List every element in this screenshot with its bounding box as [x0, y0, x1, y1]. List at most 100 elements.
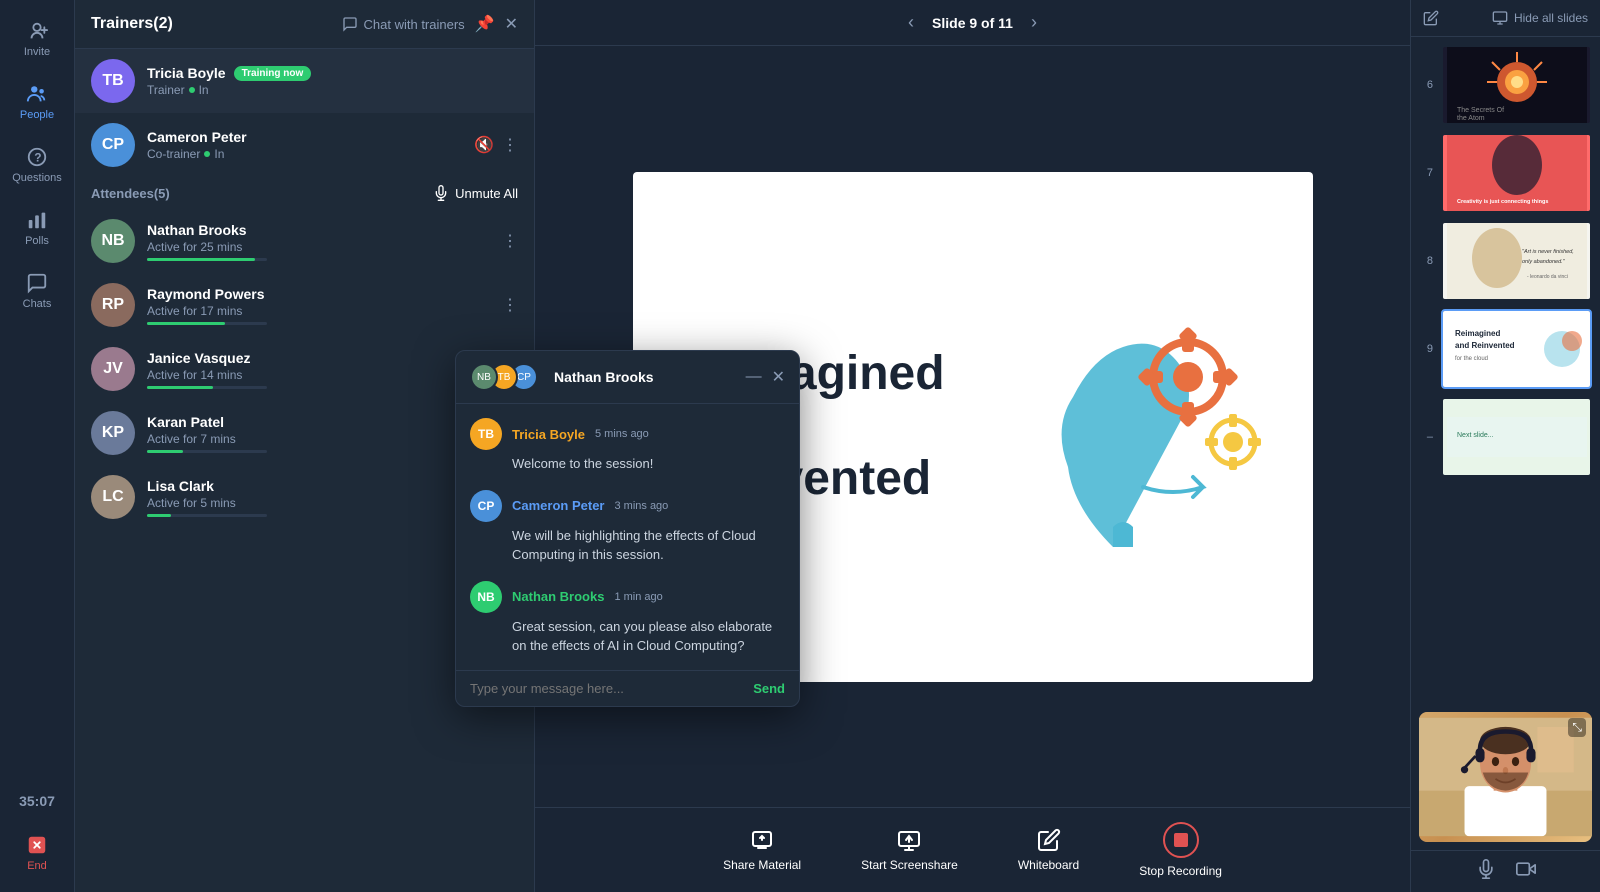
start-screenshare-button[interactable]: Start Screenshare [861, 828, 958, 872]
raymond-name: Raymond Powers [147, 286, 490, 302]
chat-avatars-stack: NB TB CP [470, 363, 530, 391]
slide-thumb-6[interactable]: The Secrets Of the Atom [1441, 45, 1592, 125]
slide-8-preview: "Art is never finished, only abandoned."… [1443, 223, 1590, 299]
end-button[interactable]: End [16, 824, 58, 882]
chat-message-input[interactable] [470, 681, 743, 696]
avatar-karan: KP [91, 411, 135, 455]
janice-info: Janice Vasquez Active for 14 mins [147, 350, 490, 389]
raymond-activity-bar [147, 322, 267, 325]
nathan-activity-bar [147, 258, 267, 261]
chat-modal-title: Nathan Brooks [554, 369, 736, 385]
slide9-visual: Reimagined and Reinvented for the cloud [1447, 311, 1587, 387]
slide-thumb-8[interactable]: "Art is never finished, only abandoned."… [1441, 221, 1592, 301]
people-icon [26, 83, 48, 105]
raymond-actions: ⋮ [502, 295, 518, 315]
mute-icon[interactable]: 🔇 [474, 135, 494, 155]
nav-sidebar: Invite People ? Questions Polls Chats 35… [0, 0, 75, 892]
slide-7-preview: Creativity is just connecting things [1443, 135, 1590, 211]
raymond-sub: Active for 17 mins [147, 304, 490, 318]
monitor-icon [1492, 10, 1508, 26]
chat-icon [342, 16, 358, 32]
more-options-icon[interactable]: ⋮ [502, 295, 518, 315]
nav-people[interactable]: People [5, 73, 70, 131]
chat-input-area: Send [456, 670, 799, 706]
chats-icon [26, 272, 48, 294]
video-inner: ⤡ [1419, 712, 1592, 842]
janice-activity-bar [147, 386, 267, 389]
avatar-raymond: RP [91, 283, 135, 327]
lisa-name: Lisa Clark [147, 478, 490, 494]
attendee-raymond[interactable]: RP Raymond Powers Active for 17 mins ⋮ [75, 273, 534, 337]
camera-toggle-button[interactable] [1516, 859, 1536, 884]
svg-text:for the cloud: for the cloud [1455, 356, 1488, 362]
video-expand-button[interactable]: ⤡ [1568, 718, 1586, 737]
slide-thumb-row-6: 6 The Secrets Of [1419, 45, 1592, 125]
slide-nav: ‹ Slide 9 of 11 › [902, 10, 1043, 35]
stop-recording-button[interactable]: Stop Recording [1139, 822, 1222, 878]
chat-with-trainers-btn[interactable]: Chat with trainers [342, 16, 465, 32]
msg-header-cameron: CP Cameron Peter 3 mins ago [470, 490, 785, 522]
slides-panel: Hide all slides 6 [1410, 0, 1600, 892]
slide-10-preview: Next slide... [1443, 399, 1590, 475]
slide-thumb-7[interactable]: Creativity is just connecting things [1441, 133, 1592, 213]
chat-minimize-button[interactable]: — [746, 368, 762, 386]
janice-sub: Active for 14 mins [147, 368, 490, 382]
chat-send-button[interactable]: Send [753, 681, 785, 696]
slide-num-8: 8 [1419, 255, 1433, 267]
avatar-nathan: NB [91, 219, 135, 263]
prev-slide-button[interactable]: ‹ [902, 10, 920, 35]
nathan-name: Nathan Brooks [147, 222, 490, 238]
tricia-info: Tricia Boyle Training now Trainer In [147, 65, 518, 97]
slide-thumb-row-8: 8 "Art is never finished, only abandoned… [1419, 221, 1592, 301]
cameron-status-dot [204, 151, 210, 157]
slide7-visual: Creativity is just connecting things [1447, 135, 1587, 211]
whiteboard-button[interactable]: Whiteboard [1018, 828, 1079, 872]
msg-text-cameron: We will be highlighting the effects of C… [470, 526, 785, 565]
close-panel-icon[interactable]: ✕ [505, 14, 518, 34]
pin-icon[interactable]: 📌 [475, 14, 495, 34]
svg-text:- leonardo da vinci: - leonardo da vinci [1527, 274, 1568, 280]
chat-message-nathan: NB Nathan Brooks 1 min ago Great session… [470, 581, 785, 656]
brain-illustration [993, 287, 1293, 567]
trainer-tricia[interactable]: TB Tricia Boyle Training now Trainer In [75, 49, 534, 113]
hide-slides-button[interactable]: Hide all slides [1492, 10, 1588, 26]
msg-name-nathan: Nathan Brooks [512, 589, 604, 604]
trainer-cameron[interactable]: CP Cameron Peter Co-trainer In 🔇 ⋮ [75, 113, 534, 177]
chat-messages: TB Tricia Boyle 5 mins ago Welcome to th… [456, 404, 799, 670]
tricia-name: Tricia Boyle Training now [147, 65, 518, 81]
bottom-toolbar: Share Material Start Screenshare Whitebo… [535, 807, 1410, 892]
share-material-icon [750, 828, 774, 852]
msg-time-cameron: 3 mins ago [614, 500, 668, 512]
polls-icon [26, 209, 48, 231]
slide-thumb-9[interactable]: Reimagined and Reinvented for the cloud [1441, 309, 1592, 389]
session-timer: 35:07 [19, 783, 55, 819]
next-slide-button[interactable]: › [1025, 10, 1043, 35]
tricia-status-dot [189, 87, 195, 93]
nathan-info: Nathan Brooks Active for 25 mins [147, 222, 490, 261]
share-material-button[interactable]: Share Material [723, 828, 801, 872]
slide-thumb-10[interactable]: Next slide... [1441, 397, 1592, 477]
mic-toggle-button[interactable] [1476, 859, 1496, 884]
slide-counter: Slide 9 of 11 [932, 15, 1013, 31]
slide-num-10: – [1419, 431, 1433, 443]
msg-time-tricia: 5 mins ago [595, 428, 649, 440]
nav-questions[interactable]: ? Questions [5, 136, 70, 194]
slide-thumb-row-7: 7 Creativity is just connecting things [1419, 133, 1592, 213]
video-person [1419, 712, 1592, 842]
unmute-all-button[interactable]: Unmute All [433, 185, 518, 201]
attendee-nathan[interactable]: NB Nathan Brooks Active for 25 mins ⋮ [75, 209, 534, 273]
nav-chats[interactable]: Chats [5, 262, 70, 320]
chat-message-tricia: TB Tricia Boyle 5 mins ago Welcome to th… [470, 418, 785, 474]
nav-polls[interactable]: Polls [5, 199, 70, 257]
tricia-sub: Trainer In [147, 83, 518, 97]
attendees-header: Attendees(5) Unmute All [75, 177, 534, 209]
slide8-visual: "Art is never finished, only abandoned."… [1447, 223, 1587, 299]
lisa-activity-bar [147, 514, 267, 517]
svg-text:only abandoned.": only abandoned." [1522, 259, 1566, 265]
cameron-sub: Co-trainer In [147, 147, 462, 161]
nav-invite[interactable]: Invite [5, 10, 70, 68]
chat-close-button[interactable]: ✕ [772, 367, 785, 387]
svg-text:Creativity is just connecting: Creativity is just connecting things [1457, 199, 1548, 205]
more-options-icon[interactable]: ⋮ [502, 231, 518, 251]
more-options-icon[interactable]: ⋮ [502, 135, 518, 155]
